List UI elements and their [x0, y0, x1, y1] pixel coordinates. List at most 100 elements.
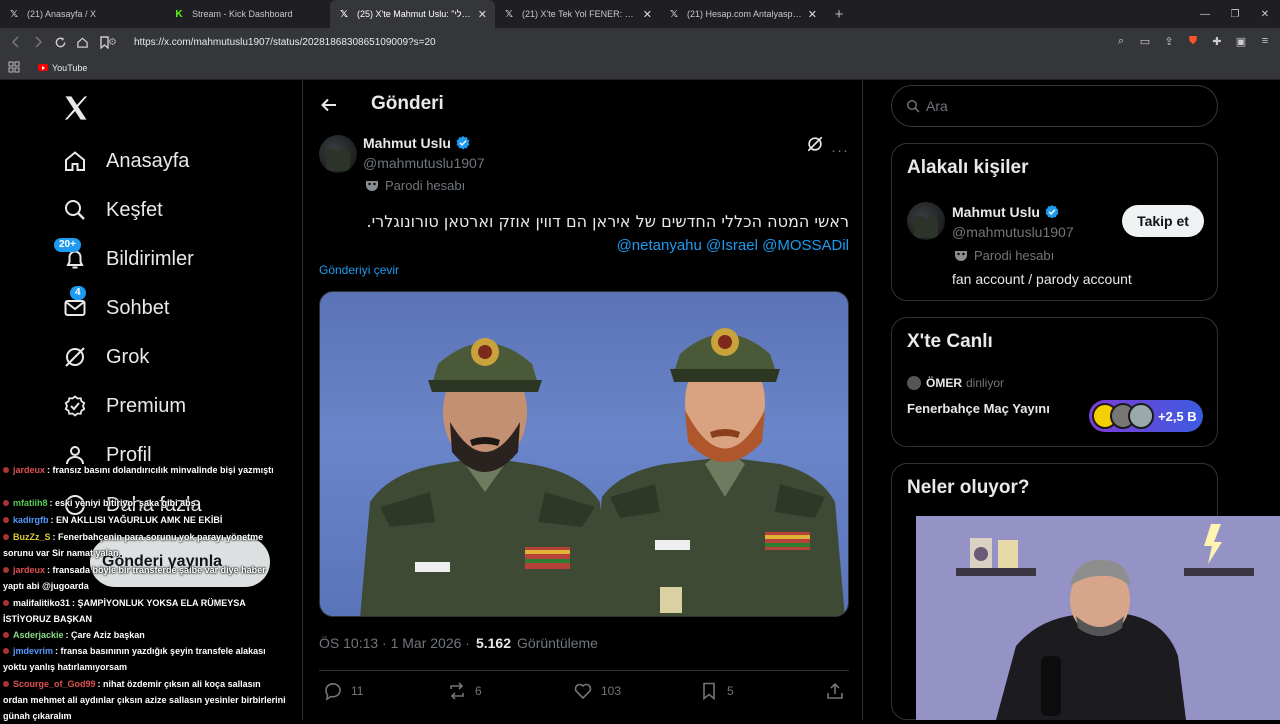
live-card: X'te Canlı ÖMER dinliyor Fenerbahçe Maç …: [891, 317, 1218, 447]
related-user-handle[interactable]: @mahmutuslu1907: [952, 224, 1074, 240]
close-tab-icon[interactable]: ✕: [808, 8, 817, 21]
post-author-name[interactable]: Mahmut Uslu: [363, 135, 471, 151]
browser-tab[interactable]: 𝕏 (21) X'te Tek Yol FENER: "Soru: "49. d…: [495, 0, 660, 28]
maximize-icon[interactable]: ❐: [1220, 0, 1250, 28]
chat-text: : eski yeniyi bitiriyor şaka gibi abş: [49, 498, 196, 508]
tab-title: (21) X'te Tek Yol FENER: "Soru: "49. d: [522, 9, 637, 19]
post-author-handle[interactable]: @mahmutuslu1907: [363, 155, 485, 171]
translate-link[interactable]: Gönderiyi çevir: [319, 263, 399, 277]
nav-label: Keşfet: [106, 198, 163, 221]
repost-count: 6: [475, 684, 482, 698]
brave-shield-icon[interactable]: ⛊: [1186, 32, 1200, 50]
chat-text: : Çare Aziz başkan: [65, 630, 145, 640]
x-logo-icon[interactable]: [62, 94, 90, 122]
back-icon[interactable]: [6, 32, 26, 52]
nav-item-chat[interactable]: 4 Sohbet: [62, 286, 169, 321]
share-icon[interactable]: ⇪: [1162, 32, 1176, 50]
avatar: [907, 376, 921, 390]
bookmark-button[interactable]: 5: [699, 681, 734, 701]
browser-tab[interactable]: 𝕏 (21) Hesap.com Antalyaspor (@Antal ✕: [660, 0, 825, 28]
tab-title: Stream - Kick Dashboard: [192, 9, 293, 19]
close-tab-icon[interactable]: ✕: [643, 8, 652, 21]
nav-item-explore[interactable]: Keşfet: [62, 197, 163, 223]
repost-button[interactable]: 6: [447, 681, 482, 701]
nav-item-grok[interactable]: Grok: [62, 344, 149, 370]
view-label: Görüntüleme: [517, 635, 598, 651]
zoom-icon[interactable]: ⌕: [1114, 32, 1128, 50]
page-title: Gönderi: [371, 93, 444, 114]
post-timestamp[interactable]: ÖS 10:13 · 1 Mar 2026 ·: [319, 635, 470, 651]
view-count: 5.162: [475, 635, 512, 651]
chat-badge-icon: [3, 648, 9, 654]
chat-username[interactable]: Scourge_of_God99: [13, 679, 96, 689]
bookmarks-bar: YouTube: [0, 56, 1280, 80]
nav-item-premium[interactable]: Premium: [62, 393, 186, 419]
chat-username[interactable]: BuzZz_S: [13, 532, 51, 542]
new-tab-icon[interactable]: +: [825, 0, 853, 28]
close-window-icon[interactable]: ✕: [1250, 0, 1280, 28]
extensions-icon[interactable]: ✚: [1210, 32, 1224, 50]
chat-username[interactable]: mfatiih8: [13, 498, 48, 508]
follow-button[interactable]: Takip et: [1122, 205, 1204, 237]
tab-title: (21) Hesap.com Antalyaspor (@Antal: [687, 9, 802, 19]
chat-username[interactable]: kadirgfb: [13, 515, 49, 525]
minimize-icon[interactable]: —: [1190, 0, 1220, 28]
reload-icon[interactable]: [50, 32, 70, 52]
home-icon[interactable]: [72, 32, 92, 52]
related-user-bio: fan account / parody account: [952, 271, 1132, 287]
chat-username[interactable]: jardeux: [13, 465, 45, 475]
avatar[interactable]: [907, 202, 945, 240]
post-mentions[interactable]: @netanyahu @Israel @MOSSADil: [319, 237, 849, 254]
close-tab-icon[interactable]: ✕: [478, 8, 487, 21]
site-info-icon[interactable]: ⚙: [108, 37, 124, 48]
related-user-name[interactable]: Mahmut Uslu: [952, 204, 1060, 220]
browser-tab-active[interactable]: 𝕏 (25) X'te Mahmut Uslu: "ראשי המטה הכלל…: [330, 0, 495, 28]
tab-title: (21) Anasayfa / X: [27, 9, 97, 19]
chat-username[interactable]: malifalitiko31: [13, 598, 70, 608]
chat-username[interactable]: Asderjackie: [13, 630, 64, 640]
chat-text: : fransız basını dolandırıcılık minvalin…: [47, 465, 274, 475]
cast-icon[interactable]: ▭: [1138, 32, 1152, 50]
sidebar-icon[interactable]: ▣: [1234, 32, 1248, 50]
repost-icon: [450, 682, 464, 700]
grok-icon[interactable]: [806, 135, 824, 153]
chat-text: : EN AKLLISI YAĞURLUK AMK NE EKİBİ: [50, 515, 223, 525]
reply-button[interactable]: 11: [323, 681, 363, 701]
back-arrow-icon[interactable]: [319, 95, 339, 115]
card-title: Neler oluyor?: [907, 477, 1030, 498]
chat-message: BuzZz_S: Fenerbahçenin para sorunu yok p…: [3, 529, 288, 561]
more-options-icon[interactable]: ···: [831, 142, 849, 159]
x-logo-icon: 𝕏: [669, 8, 679, 20]
apps-grid-icon[interactable]: [8, 61, 22, 75]
chat-badge-icon: [3, 600, 9, 606]
reply-count: 11: [351, 684, 364, 698]
nav-item-home[interactable]: Anasayfa: [62, 148, 189, 174]
browser-tab[interactable]: 𝕏 (21) Anasayfa / X: [0, 0, 165, 28]
chat-username[interactable]: jmdevrim: [13, 646, 53, 656]
menu-icon[interactable]: ≡: [1258, 32, 1272, 50]
chat-badge: 4: [70, 286, 86, 300]
main-column: Gönderi Mahmut Uslu @mahmutuslu1907 Paro…: [302, 80, 863, 720]
url-field[interactable]: ⚙ https://x.com/mahmutuslu1907/status/20…: [108, 31, 1108, 53]
live-space-title[interactable]: Fenerbahçe Maç Yayını: [907, 401, 1050, 416]
parody-text: Parodi hesabı: [974, 248, 1055, 263]
like-button[interactable]: 103: [573, 681, 621, 701]
chat-username[interactable]: jardeux: [13, 565, 45, 575]
chat-badge-icon: [3, 681, 9, 687]
listening-text: dinliyor: [966, 376, 1005, 390]
card-title: Alakalı kişiler: [907, 157, 1029, 178]
nav-item-notifications[interactable]: 20+ Bildirimler: [54, 238, 194, 272]
verified-badge-icon: [456, 136, 470, 150]
browser-tab[interactable]: K Stream - Kick Dashboard: [165, 0, 330, 28]
search-input[interactable]: Ara: [891, 85, 1218, 127]
author-name-text: Mahmut Uslu: [363, 135, 451, 151]
search-placeholder: Ara: [926, 98, 948, 114]
bookmark-youtube[interactable]: YouTube: [38, 63, 87, 73]
forward-icon[interactable]: [28, 32, 48, 52]
post-image[interactable]: [319, 291, 849, 617]
divider: [319, 670, 849, 671]
share-button[interactable]: [825, 681, 853, 701]
avatar[interactable]: [319, 135, 357, 173]
live-space-pill[interactable]: +2,5 B: [1089, 400, 1203, 432]
chat-badge-icon: [3, 534, 9, 540]
